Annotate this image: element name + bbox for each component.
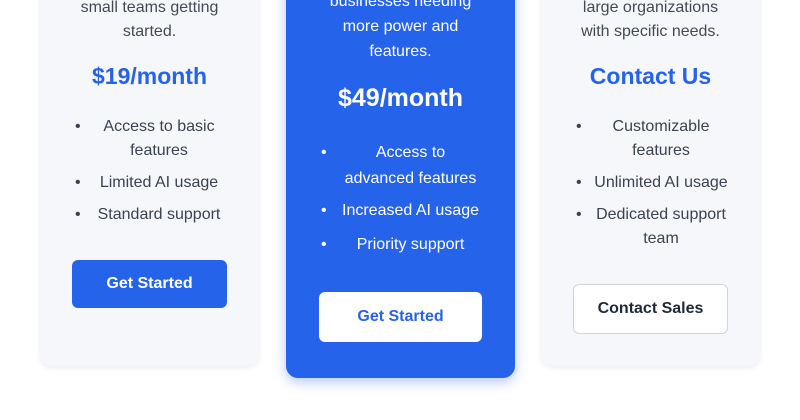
plan-description: businesses needing more power and featur… (286, 0, 515, 64)
bullet-icon: • (75, 206, 81, 223)
feature-item: • Access to basic features (75, 115, 228, 163)
get-started-button-pro[interactable]: Get Started (319, 292, 482, 342)
feature-text: Unlimited AI usage (594, 174, 728, 191)
contact-sales-button[interactable]: Contact Sales (573, 284, 728, 334)
plan-description: large organizations with specific needs. (541, 0, 760, 44)
bullet-icon: • (576, 118, 582, 135)
feature-text: Standard support (97, 206, 221, 223)
plan-description-line: large organizations (582, 0, 719, 16)
feature-item: • Unlimited AI usage (576, 171, 731, 195)
plan-description-line: businesses needing (329, 0, 472, 10)
feature-item: • Limited AI usage (75, 171, 228, 195)
bullet-icon: • (75, 118, 81, 135)
feature-text: features (632, 142, 690, 159)
feature-item: • Standard support (75, 203, 228, 227)
feature-text: team (643, 230, 679, 247)
plan-description-line: started. (122, 23, 177, 40)
pricing-card-pro: businesses needing more power and featur… (286, 0, 515, 378)
feature-item: • Priority support (321, 232, 483, 258)
bullet-icon: • (321, 144, 327, 161)
feature-text: advanced features (344, 170, 477, 187)
plan-price: Contact Us (589, 63, 712, 89)
plan-price: $49/month (337, 84, 464, 112)
get-started-button-basic[interactable]: Get Started (72, 260, 227, 308)
feature-text: Priority support (356, 236, 465, 253)
feature-text: features (130, 142, 188, 159)
plan-description-line: small teams getting (80, 0, 219, 16)
feature-item: • Dedicated support team (576, 203, 731, 251)
plan-description-line: features. (369, 43, 432, 60)
feature-item: • Access to advanced features (321, 140, 483, 192)
bullet-icon: • (576, 206, 582, 223)
pricing-card-enterprise: large organizations with specific needs.… (541, 0, 760, 366)
pricing-section: small teams getting started. $19/month •… (0, 0, 800, 420)
bullet-icon: • (321, 236, 327, 253)
feature-text: Increased AI usage (342, 202, 479, 219)
plan-description-line: more power and (342, 18, 459, 35)
plan-price: $19/month (91, 63, 208, 89)
feature-text: Access to (375, 144, 446, 161)
feature-item: • Customizable features (576, 115, 731, 163)
plan-description-line: with specific needs. (581, 23, 720, 40)
feature-text: Limited AI usage (99, 174, 219, 191)
feature-text: Customizable (612, 118, 710, 135)
bullet-icon: • (576, 174, 582, 191)
bullet-icon: • (321, 202, 327, 219)
feature-text: Dedicated support (596, 206, 726, 223)
bullet-icon: • (75, 174, 81, 191)
plan-description: small teams getting started. (40, 0, 259, 44)
pricing-card-basic: small teams getting started. $19/month •… (40, 0, 259, 366)
feature-item: • Increased AI usage (321, 198, 483, 224)
feature-text: Access to basic (103, 118, 215, 135)
